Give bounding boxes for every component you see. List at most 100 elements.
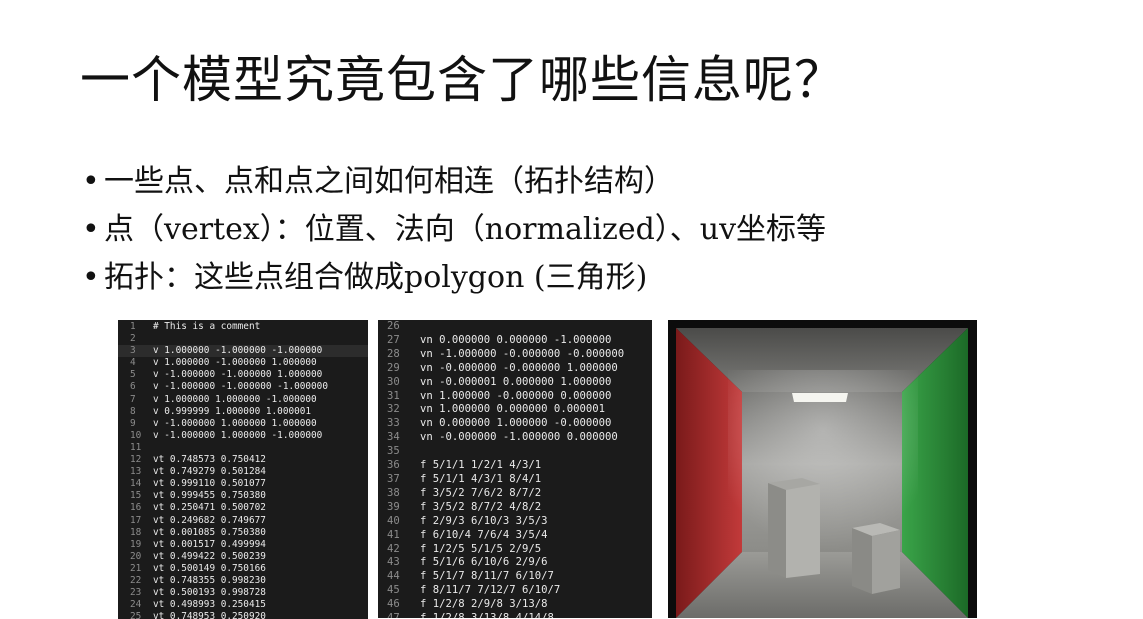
code-line: 33 vn 0.000000 1.000000 -0.000000 — [378, 417, 652, 431]
line-number: 45 — [387, 584, 400, 597]
code-text: vn 0.000000 1.000000 -0.000000 — [420, 417, 612, 430]
short-box — [852, 523, 900, 594]
code-text: vt 0.999110 0.501077 — [153, 478, 266, 490]
code-text: f 5/1/1 4/3/1 8/4/1 — [420, 472, 542, 485]
code-line: 15 vt 0.999455 0.750380 — [118, 490, 368, 502]
line-number: 21 — [130, 562, 142, 574]
code-line: 32 vn 1.000000 0.000000 0.000001 — [378, 403, 652, 417]
code-line: 37 f 5/1/1 4/3/1 8/4/1 — [378, 473, 652, 487]
code-text: vn -0.000000 -0.000000 1.000000 — [420, 361, 618, 374]
line-number: 8 — [130, 405, 136, 417]
code-line: 41 f 6/10/4 7/6/4 3/5/4 — [378, 529, 652, 543]
line-number: 43 — [387, 556, 400, 569]
line-number: 15 — [130, 490, 142, 502]
code-line: 42 f 1/2/5 5/1/5 2/9/5 — [378, 543, 652, 557]
code-line: 2 — [118, 333, 368, 345]
bullet-item: • 一些点、点和点之间如何相连（拓扑结构） — [82, 158, 826, 206]
code-text: vt 0.749279 0.501284 — [153, 466, 266, 478]
code-line: 9 v -1.000000 1.000000 1.000000 — [118, 418, 368, 430]
code-line: 21 vt 0.500149 0.750166 — [118, 563, 368, 575]
code-line: 27 vn 0.000000 0.000000 -1.000000 — [378, 334, 652, 348]
code-line: 4 v 1.000000 -1.000000 1.000000 — [118, 357, 368, 369]
code-text: f 8/11/7 7/12/7 6/10/7 — [420, 584, 561, 597]
line-number: 17 — [130, 514, 142, 526]
code-text: vt 0.748355 0.998230 — [153, 574, 266, 586]
code-line: 44 f 5/1/7 8/11/7 6/10/7 — [378, 570, 652, 584]
code-line: 31 vn 1.000000 -0.000000 0.000000 — [378, 390, 652, 404]
code-text: vt 0.499422 0.500239 — [153, 550, 266, 562]
code-text: vt 0.999455 0.750380 — [153, 490, 266, 502]
line-number: 42 — [387, 542, 400, 555]
line-number: 7 — [130, 393, 136, 405]
code-line: 47f 1/2/8 3/13/8 4/14/8 — [378, 612, 652, 618]
line-number: 10 — [130, 429, 142, 441]
line-number: 39 — [387, 500, 400, 513]
code-text: v -1.000000 1.000000 1.000000 — [153, 417, 317, 429]
line-number: 18 — [130, 526, 142, 538]
code-text: v -1.000000 -1.000000 -1.000000 — [153, 381, 328, 393]
bullet-text: 一些点、点和点之间如何相连（拓扑结构） — [104, 164, 674, 199]
code-text: f 1/2/8 2/9/8 3/13/8 — [420, 598, 548, 611]
bullet-list: • 一些点、点和点之间如何相连（拓扑结构） • 点（vertex）：位置、法向（no… — [82, 158, 826, 302]
code-text: vn -0.000000 -1.000000 0.000000 — [420, 431, 618, 444]
line-number: 44 — [387, 570, 400, 583]
code-line: 45 f 8/11/7 7/12/7 6/10/7 — [378, 584, 652, 598]
bullet-dot: • — [82, 260, 100, 295]
code-text: vn 1.000000 0.000000 0.000001 — [420, 403, 605, 416]
line-number: 35 — [387, 445, 400, 458]
ceiling-light — [792, 393, 848, 402]
line-number: 23 — [130, 587, 142, 599]
bullet-text: 点（vertex）：位置、法向（normalized）、uv坐标等 — [104, 212, 827, 247]
code-line: 23 vt 0.500193 0.998728 — [118, 587, 368, 599]
code-line: 8 v 0.999999 1.000000 1.000001 — [118, 406, 368, 418]
code-line: 43 f 5/1/6 6/10/6 2/9/6 — [378, 556, 652, 570]
code-line: 39 f 3/5/2 8/7/2 4/8/2 — [378, 501, 652, 515]
code-text: vt 0.748573 0.750412 — [153, 454, 266, 466]
code-line: 30 vn -0.000001 0.000000 1.000000 — [378, 376, 652, 390]
code-text: vt 0.001085 0.750380 — [153, 526, 266, 538]
line-number: 5 — [130, 369, 136, 381]
code-line: 14 vt 0.999110 0.501077 — [118, 478, 368, 490]
line-number: 27 — [387, 333, 400, 346]
code-text: v 0.999999 1.000000 1.000001 — [153, 405, 312, 417]
line-number: 34 — [387, 431, 400, 444]
line-number: 38 — [387, 486, 400, 499]
code-text: vn -1.000000 -0.000000 -0.000000 — [420, 347, 625, 360]
line-number: 28 — [387, 347, 400, 360]
code-text: # This is a comment — [153, 321, 261, 332]
code-text: vt 0.249682 0.749677 — [153, 514, 266, 526]
code-line: 11 — [118, 442, 368, 454]
line-number: 6 — [130, 381, 136, 393]
line-number: 3 — [130, 345, 136, 357]
line-number: 31 — [387, 389, 400, 402]
line-number: 1 — [130, 321, 136, 332]
obj-code-screenshot-right: 26 27 vn 0.000000 0.000000 -1.000000 28 vn -… — [378, 320, 652, 618]
line-number: 32 — [387, 403, 400, 416]
code-text: vt 0.500149 0.750166 — [153, 562, 266, 574]
code-text: v 1.000000 -1.000000 -1.000000 — [153, 345, 323, 357]
code-line: 3 v 1.000000 -1.000000 -1.000000 — [118, 345, 368, 358]
line-number: 20 — [130, 550, 142, 562]
code-line: 17 vt 0.249682 0.749677 — [118, 515, 368, 527]
bullet-text: 拓扑：这些点组合做成polygon (三角形) — [104, 260, 648, 295]
code-text: vt 0.500193 0.998728 — [153, 587, 266, 599]
code-text: f 5/1/6 6/10/6 2/9/6 — [420, 556, 548, 569]
code-text: vt 0.001517 0.499994 — [153, 538, 266, 550]
code-text: f 6/10/4 7/6/4 3/5/4 — [420, 528, 548, 541]
line-number: 9 — [130, 417, 136, 429]
line-number: 36 — [387, 459, 400, 472]
code-line: 10 v -1.000000 1.000000 -1.000000 — [118, 430, 368, 442]
code-line: 40 f 2/9/3 6/10/3 3/5/3 — [378, 515, 652, 529]
code-text: vn 0.000000 0.000000 -1.000000 — [420, 333, 612, 346]
code-line: 22 vt 0.748355 0.998230 — [118, 575, 368, 587]
code-text: f 5/1/1 1/2/1 4/3/1 — [420, 459, 542, 472]
line-number: 24 — [130, 599, 142, 611]
bullet-dot: • — [82, 212, 100, 247]
code-line: 35 — [378, 445, 652, 459]
slide-title: 一个模型究竟包含了哪些信息呢？ — [80, 51, 845, 109]
code-line: 5 v -1.000000 -1.000000 1.000000 — [118, 369, 368, 381]
line-number: 47 — [378, 612, 420, 618]
bullet-item: • 点（vertex）：位置、法向（normalized）、uv坐标等 — [82, 206, 826, 254]
line-number: 12 — [130, 454, 142, 466]
code-text: vt 0.498993 0.250415 — [153, 599, 266, 611]
